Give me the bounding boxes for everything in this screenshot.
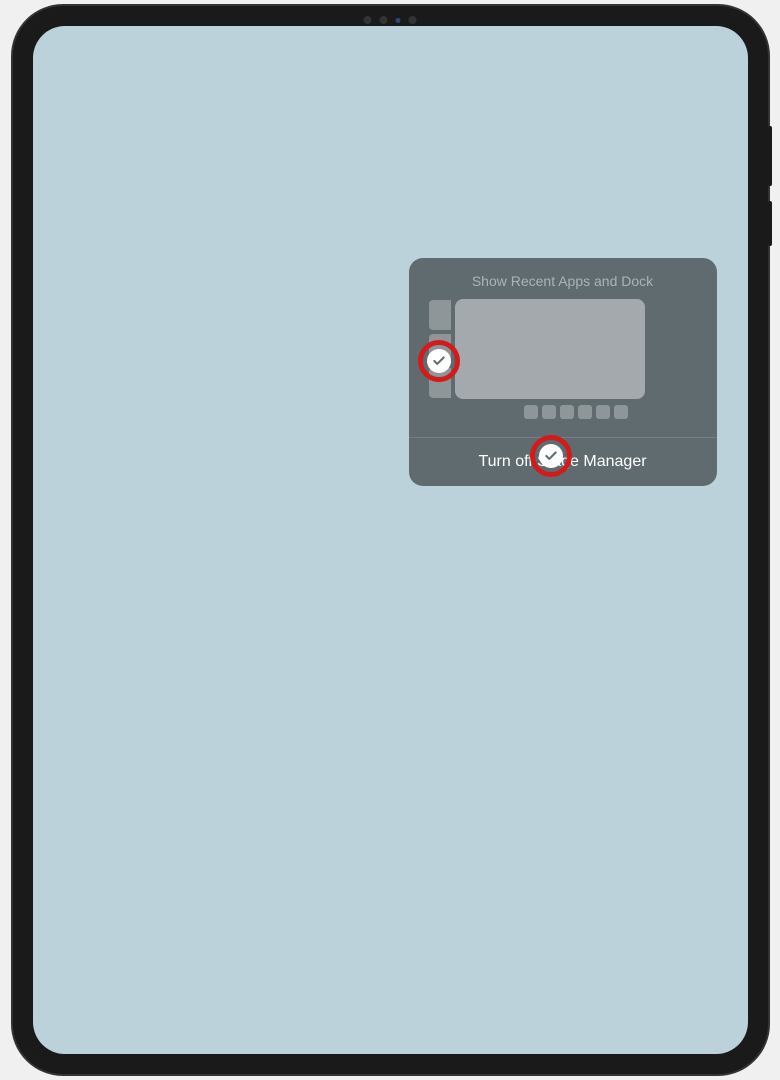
ipad-screen: Show Recent Apps and Dock (33, 26, 748, 1054)
layout-preview-area (409, 299, 717, 437)
camera-dot-icon (396, 18, 401, 23)
dock-app-icon (542, 405, 556, 419)
sensor-dot-icon (364, 16, 372, 24)
recent-app-thumbnail-icon (429, 300, 451, 330)
dock-toggle[interactable] (539, 444, 563, 468)
sensor-dot-icon (409, 16, 417, 24)
ipad-camera-notch (364, 16, 417, 24)
stage-manager-popup: Show Recent Apps and Dock (409, 258, 717, 486)
volume-down-button[interactable] (768, 201, 772, 246)
popup-title: Show Recent Apps and Dock (409, 258, 717, 299)
dock-app-icon (524, 405, 538, 419)
dock-preview (455, 405, 697, 419)
dock-app-icon (596, 405, 610, 419)
stage-manager-preview (429, 299, 697, 399)
checkmark-icon (544, 449, 558, 463)
checkmark-icon (432, 354, 446, 368)
ipad-device-frame: Show Recent Apps and Dock (13, 6, 768, 1074)
main-app-window-icon (455, 299, 645, 399)
volume-up-button[interactable] (768, 126, 772, 186)
dock-app-icon (614, 405, 628, 419)
recent-apps-toggle[interactable] (427, 349, 451, 373)
sensor-dot-icon (380, 16, 388, 24)
dock-app-icon (578, 405, 592, 419)
dock-app-icon (560, 405, 574, 419)
